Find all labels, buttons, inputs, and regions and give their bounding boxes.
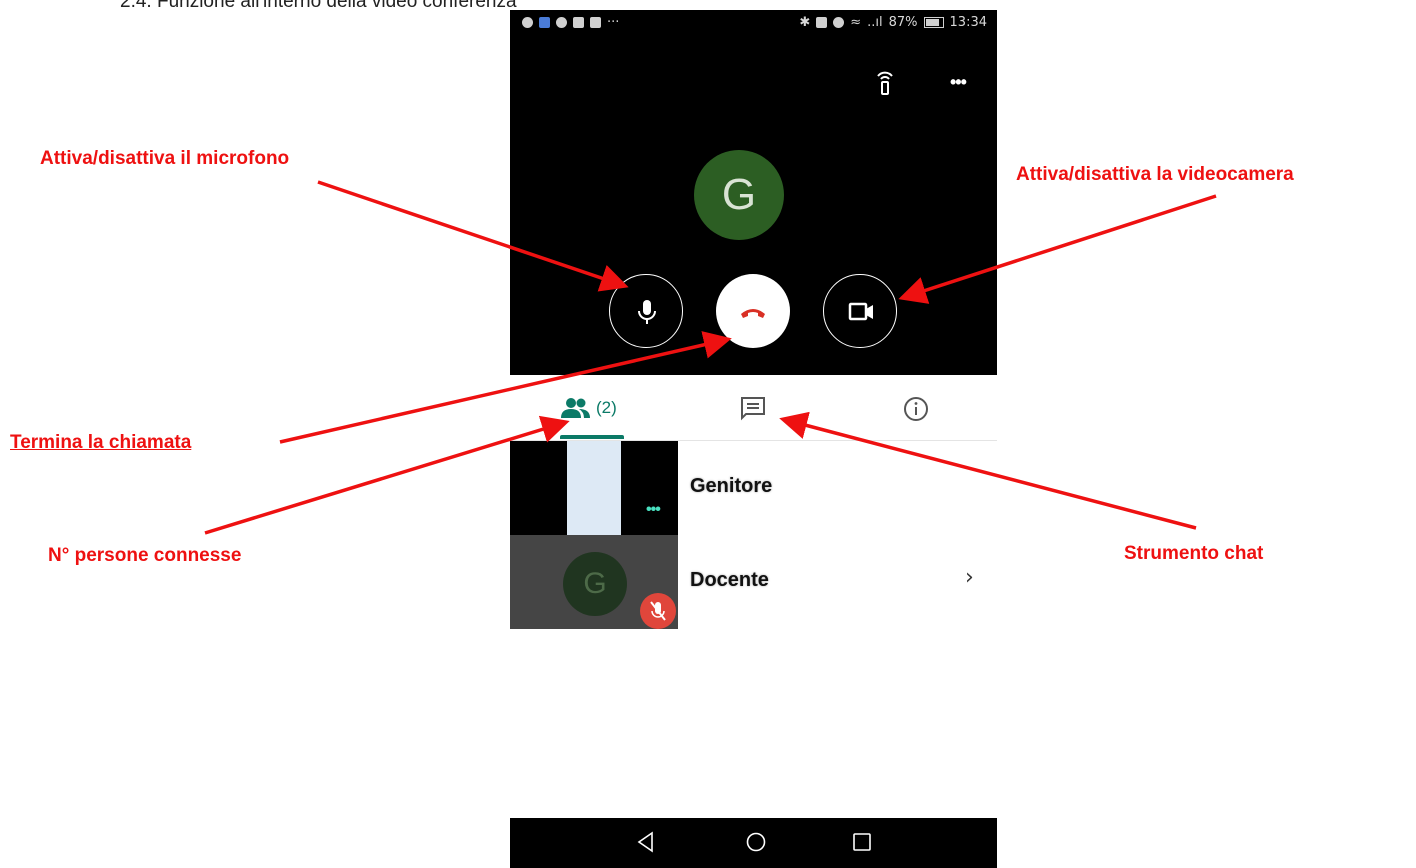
info-icon[interactable] (902, 395, 930, 423)
call-tabs: (2) (510, 375, 997, 441)
annotation-camera: Attiva/disattiva la videocamera (1016, 164, 1294, 185)
clock: 13:34 (949, 15, 987, 30)
bluetooth-icon: ✱ (799, 15, 811, 30)
more-options-icon[interactable]: ••• (950, 72, 967, 93)
signal-icon: ..ıl (867, 15, 883, 30)
participant-avatar: G (563, 552, 627, 616)
battery-icon (923, 17, 944, 28)
speaking-indicator-icon: ••• (646, 501, 661, 518)
wifi-icon: ≈ (850, 15, 862, 30)
end-call-button[interactable] (716, 274, 790, 348)
tab-people[interactable]: (2) (560, 395, 617, 421)
camera-icon (848, 302, 873, 321)
location-icon (522, 17, 533, 28)
participant-row[interactable]: G Docente › (510, 535, 997, 629)
cast-icon[interactable] (874, 68, 896, 96)
microphone-button[interactable] (609, 274, 683, 348)
participant-name: Docente (690, 569, 769, 591)
participant-name: Genitore (690, 475, 773, 497)
participant-video-thumbnail: G (510, 535, 678, 629)
participant-avatar: G (694, 150, 784, 240)
annotation-people-count: N° persone connesse (48, 545, 242, 566)
people-count: (2) (596, 398, 617, 417)
eye-comfort-icon (833, 17, 845, 28)
chevron-right-icon[interactable]: › (965, 565, 974, 590)
battery-percent: 87% (888, 15, 918, 30)
play-icon (590, 17, 601, 28)
annotation-end-call: Termina la chiamata (10, 432, 192, 453)
annotation-microphone: Attiva/disattiva il microfono (40, 148, 290, 169)
call-screen: ··· ✱ ≈ ..ıl 87% 13:34 ••• G (510, 10, 997, 375)
active-tab-indicator (560, 435, 624, 439)
document-heading: 2.4. Funzione all'interno della video co… (120, 0, 517, 12)
back-icon[interactable] (636, 831, 656, 853)
status-icons-left: ··· (522, 15, 619, 30)
participant-list: ••• Genitore G Docente › (510, 441, 997, 629)
end-call-icon (741, 309, 765, 318)
participant-row[interactable]: ••• Genitore (510, 441, 997, 535)
participant-video-thumbnail: ••• (510, 441, 678, 535)
annotation-chat: Strumento chat (1124, 543, 1264, 564)
alarm-icon (556, 17, 567, 28)
nfc-icon (816, 17, 828, 28)
camera-button[interactable] (823, 274, 897, 348)
status-icons-right: ✱ ≈ ..ıl 87% 13:34 (799, 15, 987, 30)
video-preview (567, 441, 621, 535)
system-nav-bar (510, 818, 997, 868)
mail-icon (573, 17, 584, 28)
chat-icon[interactable] (738, 395, 768, 423)
shield-icon (539, 17, 550, 28)
status-bar: ··· ✱ ≈ ..ıl 87% 13:34 (510, 10, 997, 36)
microphone-icon (638, 300, 656, 324)
people-icon (561, 398, 590, 418)
recents-icon[interactable] (851, 831, 873, 853)
more-notifications-icon: ··· (607, 15, 620, 30)
home-icon[interactable] (745, 831, 767, 853)
muted-microphone-icon (640, 593, 676, 629)
